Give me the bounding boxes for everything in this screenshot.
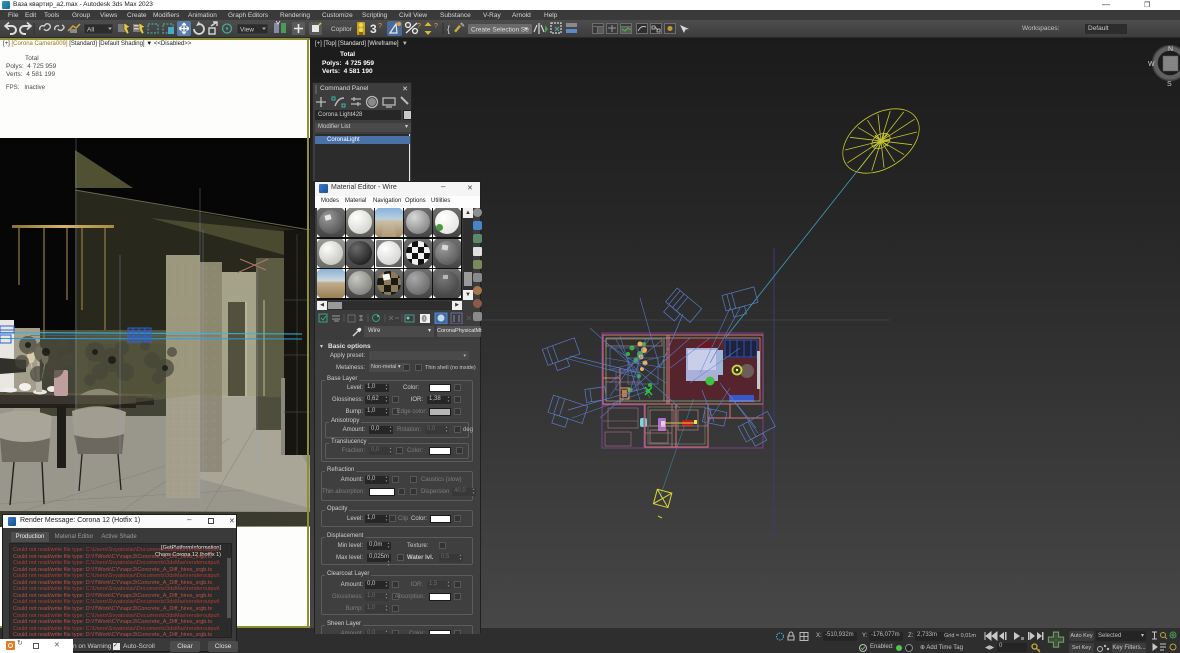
svg-text:{: { bbox=[447, 24, 450, 34]
svg-text:N: N bbox=[1168, 46, 1173, 53]
svg-text:?: ? bbox=[434, 23, 438, 30]
svg-text:Create Selection Se: Create Selection Se bbox=[471, 27, 529, 34]
svg-text:?: ? bbox=[378, 23, 382, 30]
svg-text:W: W bbox=[1148, 61, 1155, 68]
svg-text:Copitor: Copitor bbox=[331, 26, 353, 33]
svg-text:View: View bbox=[240, 27, 254, 34]
svg-text:3: 3 bbox=[370, 22, 377, 36]
svg-text:0: 0 bbox=[422, 315, 427, 324]
svg-text:S: S bbox=[1167, 81, 1172, 88]
svg-text:✎: ✎ bbox=[460, 22, 465, 29]
svg-text:All: All bbox=[87, 27, 95, 34]
svg-text:?: ? bbox=[417, 23, 421, 30]
